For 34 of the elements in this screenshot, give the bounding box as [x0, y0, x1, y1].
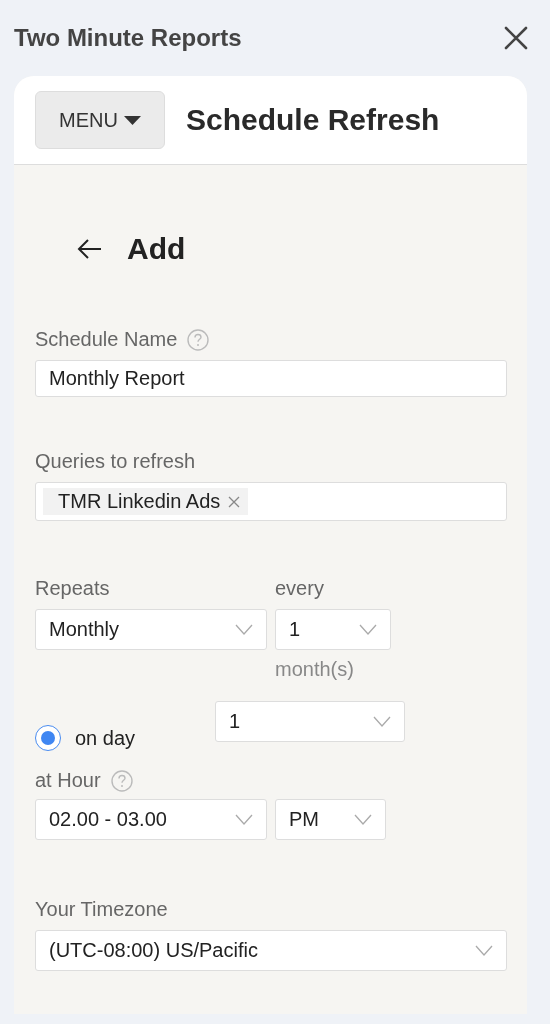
interval-dropdown[interactable]: 1 — [275, 609, 391, 650]
period-dropdown[interactable]: PM — [275, 799, 386, 840]
back-arrow-icon[interactable] — [77, 238, 103, 260]
chevron-down-icon — [475, 945, 493, 956]
chevron-down-icon — [354, 814, 372, 825]
chevron-down-icon — [235, 624, 253, 635]
field-label: Queries to refresh — [35, 450, 196, 473]
chevron-down-icon — [359, 624, 377, 635]
panel-title: Two Minute Reports — [14, 24, 242, 52]
field-label: Repeats — [35, 577, 111, 600]
field-label: every — [275, 577, 325, 600]
field-label: Schedule Name — [35, 328, 178, 351]
radio-icon[interactable] — [35, 725, 61, 751]
on-day-radio[interactable]: on day — [35, 725, 215, 751]
chevron-down-icon — [373, 716, 391, 727]
day-dropdown[interactable]: 1 — [215, 701, 405, 742]
page-title: Schedule Refresh — [186, 103, 440, 137]
help-icon — [110, 769, 133, 792]
timezone-dropdown[interactable]: (UTC-08:00) US/Pacific — [35, 930, 507, 971]
unit-label: month(s) — [275, 658, 355, 681]
remove-icon[interactable] — [228, 495, 241, 508]
tag-label: TMR Linkedin Ads — [58, 490, 221, 513]
hour-dropdown[interactable]: 02.00 - 03.00 — [35, 799, 267, 840]
caret-icon — [123, 115, 141, 125]
menu-button[interactable]: MENU — [35, 91, 165, 149]
repeats-dropdown[interactable]: Monthly — [35, 609, 267, 650]
tag-input-field[interactable]: TMR Linkedin Ads — [35, 482, 507, 521]
close-icon[interactable] — [504, 26, 528, 50]
help-icon — [187, 328, 210, 351]
section-title: Add — [127, 232, 186, 266]
field-label: Your Timezone — [35, 898, 168, 921]
input-field[interactable]: Monthly Report — [35, 360, 507, 397]
field-label: at Hour — [35, 769, 101, 792]
chevron-down-icon — [235, 814, 253, 825]
